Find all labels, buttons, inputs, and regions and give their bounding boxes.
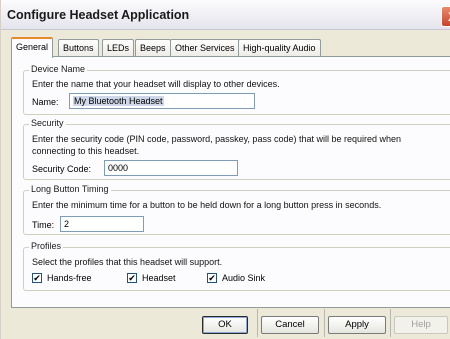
audio-sink-option[interactable]: ✔ Audio Sink <box>207 273 265 283</box>
profiles-description: Select the profiles that this headset wi… <box>32 257 223 267</box>
check-icon: ✔ <box>128 272 136 283</box>
name-label: Name: <box>32 97 59 107</box>
tab-leds[interactable]: LEDs <box>102 39 135 57</box>
tab-strip: General Buttons LEDs Beeps Other Service… <box>11 37 450 58</box>
check-icon: ✔ <box>33 272 41 283</box>
cancel-button[interactable]: Cancel <box>261 316 319 334</box>
audio-sink-checkbox[interactable]: ✔ <box>207 273 217 283</box>
window-title: Configure Headset Application <box>7 8 190 22</box>
security-code-input[interactable]: 0000 <box>104 160 238 176</box>
check-icon: ✔ <box>208 272 216 283</box>
button-separator <box>257 309 258 337</box>
audio-sink-label: Audio Sink <box>222 273 266 283</box>
security-group-title: Security <box>29 118 66 128</box>
hands-free-option[interactable]: ✔ Hands-free <box>32 273 92 283</box>
security-description-line2: connecting to this headset. <box>32 146 140 156</box>
tab-beeps[interactable]: Beeps <box>135 39 171 57</box>
name-input[interactable]: My Bluetooth Headset <box>69 93 255 109</box>
device-name-description: Enter the name that your headset will di… <box>32 79 280 89</box>
name-input-value: My Bluetooth Headset <box>73 96 164 106</box>
security-description-line1: Enter the security code (PIN code, passw… <box>32 134 402 144</box>
headset-checkbox[interactable]: ✔ <box>127 273 137 283</box>
profiles-group-title: Profiles <box>29 241 64 251</box>
configure-headset-dialog: Configure Headset Application X General … <box>0 0 450 339</box>
tab-buttons[interactable]: Buttons <box>58 39 99 57</box>
security-group: Security Enter the security code (PIN co… <box>23 118 450 180</box>
button-separator <box>324 309 325 337</box>
hands-free-checkbox[interactable]: ✔ <box>32 273 42 283</box>
close-button[interactable]: X <box>441 6 450 27</box>
apply-button[interactable]: Apply <box>328 316 386 334</box>
help-button[interactable]: Help <box>394 316 448 334</box>
security-code-label: Security Code: <box>32 164 92 174</box>
headset-option[interactable]: ✔ Headset <box>127 273 176 283</box>
tab-general[interactable]: General <box>11 37 54 58</box>
button-separator <box>390 309 391 337</box>
time-label: Time: <box>32 220 55 230</box>
time-input[interactable]: 2 <box>60 216 144 232</box>
long-button-timing-group: Long Button Timing Enter the minimum tim… <box>23 184 450 235</box>
long-button-timing-group-title: Long Button Timing <box>29 184 111 194</box>
tab-high-quality-audio[interactable]: High-quality Audio <box>238 39 321 57</box>
device-name-group: Device Name Enter the name that your hea… <box>23 64 450 115</box>
device-name-group-title: Device Name <box>29 64 88 74</box>
long-button-timing-description: Enter the minimum time for a button to b… <box>32 200 382 210</box>
profiles-group: Profiles Select the profiles that this h… <box>23 241 450 291</box>
general-tab-panel: Device Name Enter the name that your hea… <box>11 56 450 308</box>
headset-label: Headset <box>142 273 176 283</box>
tab-other-services[interactable]: Other Services <box>170 39 240 57</box>
title-bar[interactable]: Configure Headset Application X <box>1 0 450 30</box>
hands-free-label: Hands-free <box>47 273 92 283</box>
ok-button[interactable]: OK <box>202 316 248 334</box>
